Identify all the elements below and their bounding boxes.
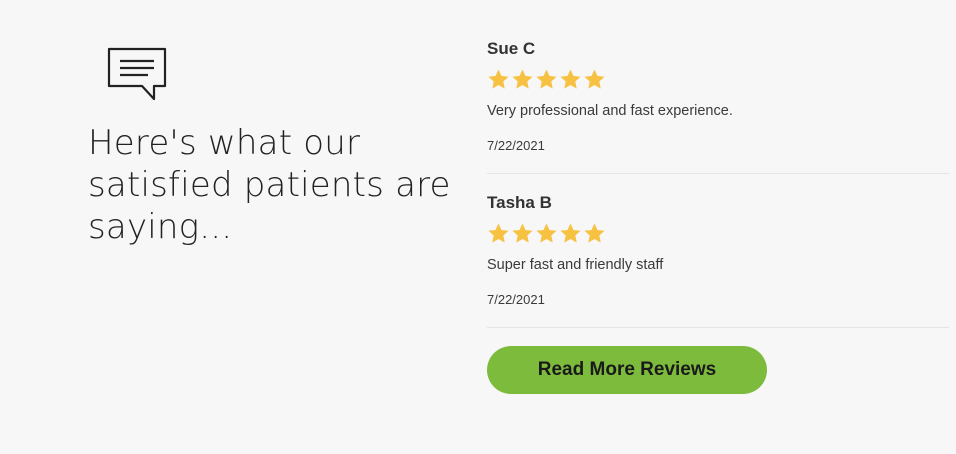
- reviewer-name: Tasha B: [487, 193, 552, 212]
- star-icon: [560, 69, 581, 89]
- star-icon: [584, 223, 605, 243]
- star-icon: [488, 69, 509, 89]
- review-card: Tasha B Super fast and friendly staff 7/…: [487, 192, 949, 328]
- reviews-section: Sue C Very professional and fast experie…: [487, 38, 949, 394]
- review-text: Very professional and fast experience.: [487, 103, 733, 119]
- star-icon: [536, 69, 557, 89]
- intro-section: Here's what our satisfied patients are s…: [88, 46, 458, 248]
- star-icon: [536, 223, 557, 243]
- review-date: 7/22/2021: [487, 292, 545, 307]
- reviewer-name: Sue C: [487, 39, 536, 58]
- star-icon: [584, 69, 605, 89]
- section-headline: Here's what our satisfied patients are s…: [88, 123, 451, 247]
- star-rating: [487, 68, 949, 92]
- review-card: Sue C Very professional and fast experie…: [487, 38, 949, 174]
- chat-bubble-icon: [107, 47, 167, 101]
- read-more-reviews-button[interactable]: Read More Reviews: [487, 346, 767, 394]
- star-icon: [512, 69, 533, 89]
- review-text: Super fast and friendly staff: [487, 257, 664, 273]
- star-rating: [487, 222, 949, 246]
- star-icon: [560, 223, 581, 243]
- review-date: 7/22/2021: [487, 138, 545, 153]
- star-icon: [512, 223, 533, 243]
- star-icon: [488, 223, 509, 243]
